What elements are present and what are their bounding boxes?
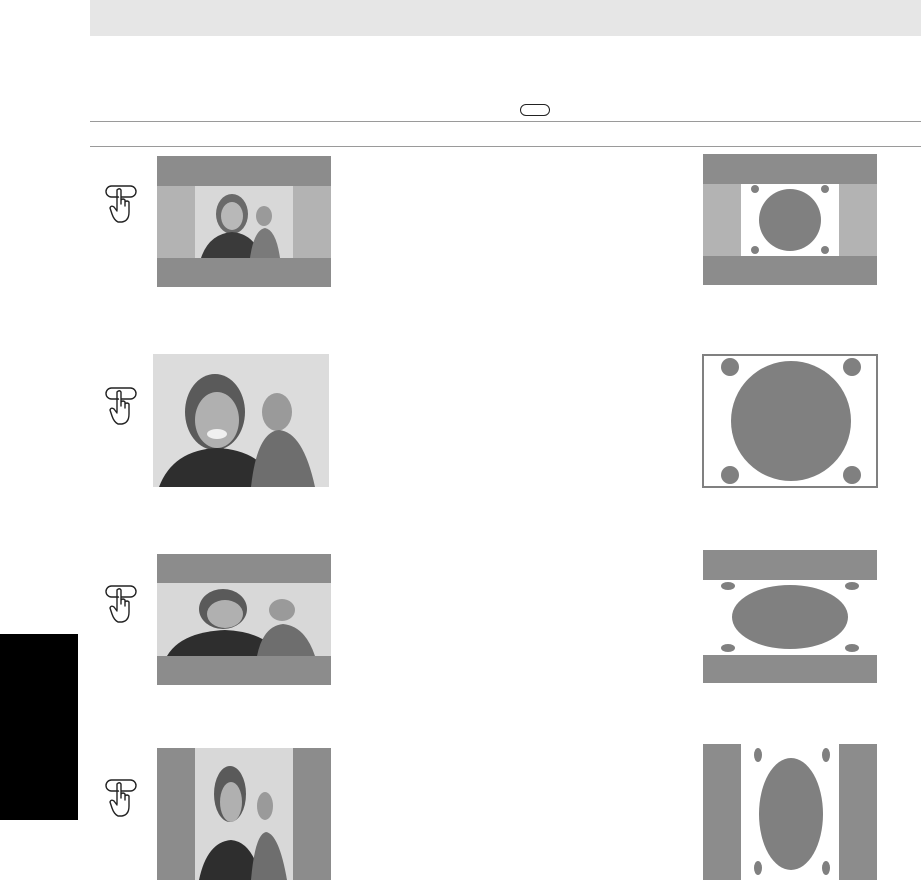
section-side-tab (0, 634, 78, 820)
pointing-hand-icon (105, 585, 137, 623)
divider-bottom (90, 146, 921, 147)
picture-full-example (153, 354, 329, 487)
aspect-diagram-circle-full (702, 354, 878, 488)
pointing-hand-icon (105, 185, 137, 223)
picture-4-3-example (157, 748, 331, 880)
picture-wide-zoom-example (157, 554, 331, 685)
aspect-diagram-ellipse-pillarbox (703, 744, 877, 880)
pointing-hand-icon (105, 387, 137, 425)
remote-key-outline-icon (520, 104, 550, 116)
aspect-diagram-circle-side-bars (703, 154, 877, 285)
pointing-hand-icon (105, 779, 137, 817)
picture-zoom-example (157, 156, 331, 287)
header-bar (90, 0, 921, 36)
divider-top (90, 121, 921, 122)
aspect-diagram-ellipse-letterbox (703, 550, 877, 683)
